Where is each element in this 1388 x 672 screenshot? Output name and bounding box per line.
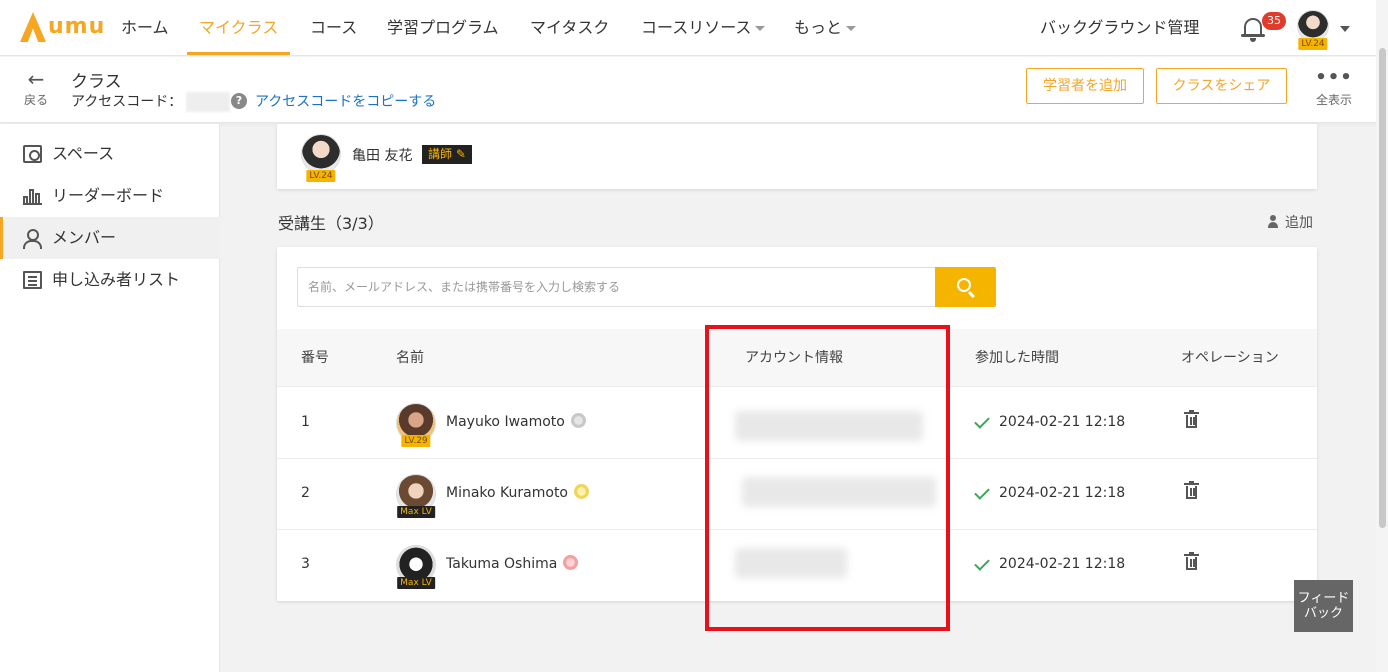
space-icon bbox=[23, 145, 42, 163]
feedback-button[interactable]: フィードバック bbox=[1294, 580, 1353, 632]
teacher-avatar[interactable]: LV.24 bbox=[301, 134, 341, 182]
members-icon bbox=[23, 229, 42, 249]
level-tag: LV.24 bbox=[1298, 38, 1328, 50]
search-button[interactable] bbox=[935, 267, 996, 307]
student-name: Mayuko Iwamoto bbox=[446, 414, 565, 430]
page-title: クラス bbox=[71, 72, 122, 92]
access-code-label: アクセスコード： bbox=[71, 94, 183, 110]
student-avatar[interactable]: LV.29 bbox=[396, 403, 436, 447]
nav-my-class[interactable]: マイクラス bbox=[186, 0, 291, 56]
student-name-cell: Takuma Oshima bbox=[446, 555, 579, 572]
medal-icon bbox=[574, 484, 589, 499]
sidebar-item-members[interactable]: メンバー bbox=[0, 217, 220, 259]
nav-course-resources[interactable]: コースリソース bbox=[641, 0, 766, 56]
sidebar-item-leaderboard[interactable]: リーダーボード bbox=[0, 175, 220, 217]
nav-learning-program[interactable]: 学習プログラム bbox=[387, 0, 499, 56]
sidebar-item-applicants[interactable]: 申し込み者リスト bbox=[0, 259, 220, 301]
search-input[interactable] bbox=[297, 267, 935, 307]
level-tag: LV.29 bbox=[401, 435, 431, 447]
column-header-number: 番号 bbox=[301, 350, 329, 366]
student-name-cell: Mayuko Iwamoto bbox=[446, 413, 586, 430]
chevron-down-icon bbox=[755, 26, 766, 31]
medal-icon bbox=[570, 413, 586, 428]
trash-icon[interactable] bbox=[1184, 481, 1199, 499]
column-header-name: 名前 bbox=[396, 350, 424, 366]
check-icon bbox=[974, 413, 990, 429]
students-title: 受講生（3/3） bbox=[278, 214, 384, 233]
student-avatar[interactable]: Max LV bbox=[396, 474, 436, 518]
user-avatar[interactable]: LV.24 bbox=[1297, 10, 1329, 50]
scrollbar-thumb[interactable] bbox=[1379, 48, 1386, 528]
class-header: ← 戻る クラス アクセスコード： ? アクセスコードをコピーする 学習者を追加… bbox=[0, 57, 1388, 123]
access-code-value-blurred bbox=[186, 92, 231, 112]
role-label: 講師 bbox=[428, 147, 453, 161]
sidebar-item-label: 申し込み者リスト bbox=[52, 270, 181, 289]
sidebar: スペース リーダーボード メンバー 申し込み者リスト bbox=[0, 124, 220, 672]
nav-more[interactable]: もっと bbox=[794, 0, 857, 56]
trash-icon[interactable] bbox=[1184, 410, 1199, 428]
scrollbar[interactable] bbox=[1376, 0, 1388, 672]
joined-time: 2024-02-21 12:18 bbox=[999, 556, 1126, 572]
add-learner-button[interactable]: 学習者を追加 bbox=[1026, 68, 1144, 104]
pencil-icon: ✎ bbox=[455, 147, 466, 161]
sidebar-item-label: リーダーボード bbox=[52, 186, 165, 205]
nav-more-label: もっと bbox=[794, 18, 843, 37]
level-tag: Max LV bbox=[397, 577, 435, 589]
logo-mark bbox=[20, 12, 46, 42]
trash-icon[interactable] bbox=[1184, 552, 1199, 570]
search-icon bbox=[957, 278, 971, 292]
umu-logo[interactable]: umu bbox=[20, 12, 104, 46]
role-badge[interactable]: 講師 ✎ bbox=[422, 145, 472, 164]
copy-access-code-link[interactable]: アクセスコードをコピーする bbox=[255, 91, 436, 111]
row-number: 3 bbox=[301, 556, 310, 572]
sidebar-item-space[interactable]: スペース bbox=[0, 133, 220, 175]
row-number: 1 bbox=[301, 414, 310, 430]
add-student-button[interactable]: 追加 bbox=[1268, 212, 1313, 232]
level-tag: Max LV bbox=[397, 506, 435, 518]
more-button[interactable]: ••• 全表示 bbox=[1312, 67, 1356, 108]
sidebar-item-label: メンバー bbox=[52, 228, 117, 247]
share-class-button[interactable]: クラスをシェア bbox=[1156, 68, 1287, 104]
teacher-name: 亀田 友花 bbox=[352, 148, 413, 164]
notification-badge: 35 bbox=[1262, 12, 1286, 30]
row-number: 2 bbox=[301, 485, 310, 501]
student-name: Takuma Oshima bbox=[446, 556, 558, 572]
column-header-operation: オペレーション bbox=[1181, 350, 1279, 366]
nav-course[interactable]: コース bbox=[310, 0, 357, 56]
avatar-image bbox=[301, 134, 341, 174]
sidebar-item-label: スペース bbox=[52, 144, 115, 163]
back-label: 戻る bbox=[23, 93, 48, 107]
more-label: 全表示 bbox=[1315, 93, 1352, 107]
medal-icon bbox=[563, 555, 579, 570]
add-person-icon bbox=[1268, 215, 1282, 229]
nav-admin[interactable]: バックグラウンド管理 bbox=[1040, 0, 1199, 56]
student-avatar[interactable]: Max LV bbox=[396, 545, 436, 589]
student-name: Minako Kuramoto bbox=[446, 485, 568, 501]
chevron-down-icon bbox=[846, 26, 857, 31]
back-button[interactable]: ← 戻る bbox=[22, 69, 50, 108]
check-icon bbox=[974, 555, 990, 571]
list-icon bbox=[23, 271, 42, 289]
account-info-highlight-box bbox=[705, 325, 950, 631]
leaderboard-icon bbox=[23, 187, 42, 205]
user-menu-caret-icon[interactable] bbox=[1340, 26, 1350, 32]
nav-home[interactable]: ホーム bbox=[121, 0, 169, 56]
nav-course-resources-label: コースリソース bbox=[641, 18, 752, 37]
add-label: 追加 bbox=[1285, 215, 1313, 231]
joined-time: 2024-02-21 12:18 bbox=[999, 414, 1126, 430]
more-dots-icon: ••• bbox=[1315, 67, 1353, 88]
check-icon bbox=[974, 484, 990, 500]
arrow-left-icon: ← bbox=[27, 67, 45, 91]
joined-time: 2024-02-21 12:18 bbox=[999, 485, 1126, 501]
nav-my-task[interactable]: マイタスク bbox=[530, 0, 609, 56]
level-tag: LV.24 bbox=[306, 170, 336, 182]
column-header-joined: 参加した時間 bbox=[975, 350, 1059, 366]
logo-text: umu bbox=[48, 14, 106, 39]
teacher-card: LV.24 亀田 友花 講師 ✎ bbox=[277, 124, 1317, 189]
top-navigation: umu ホーム マイクラス コース 学習プログラム マイタスク コースリソース … bbox=[0, 0, 1388, 56]
help-icon[interactable]: ? bbox=[231, 93, 247, 109]
student-name-cell: Minako Kuramoto bbox=[446, 484, 589, 501]
access-code: アクセスコード： bbox=[71, 91, 231, 112]
